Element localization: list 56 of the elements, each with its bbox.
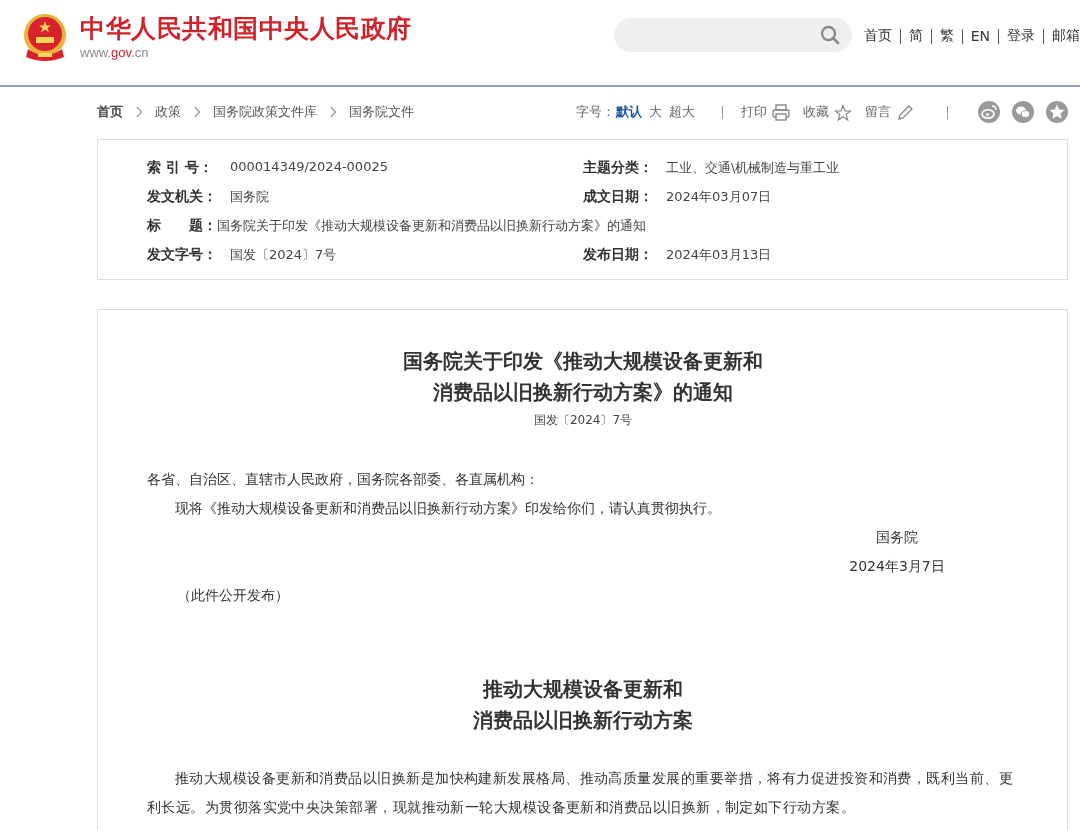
font-size-option[interactable]: 超大 — [669, 103, 695, 121]
printer-icon — [772, 103, 790, 121]
field-label: 标 题： — [147, 216, 217, 235]
field-value: 国务院 — [230, 187, 269, 206]
search-field[interactable] — [613, 18, 852, 52]
document-number: 国发〔2024〕7号 — [532, 412, 634, 429]
search-icon[interactable] — [819, 25, 840, 45]
field-value: 000014349/2024-00025 — [230, 158, 388, 176]
nav-link[interactable]: 首页 — [863, 27, 892, 45]
nav-link[interactable]: 登录 — [1007, 27, 1035, 45]
font-size-label: 字号： — [576, 103, 615, 121]
star-share-icon[interactable] — [1046, 101, 1068, 123]
document-title: 国务院关于印发《推动大规模设备更新和 — [402, 348, 764, 375]
breadcrumb-link[interactable]: 政策 — [155, 103, 181, 121]
field-label: 索 引 号： — [147, 158, 214, 177]
plan-title-line: 推动大规模设备更新和 — [481, 676, 684, 703]
star-icon — [834, 103, 852, 121]
nav-link[interactable]: EN — [970, 28, 990, 44]
action-link[interactable]: 打印 — [741, 103, 790, 121]
document-title: 消费品以旧换新行动方案》的通知 — [432, 379, 734, 406]
field-label: 发文机关： — [147, 187, 218, 206]
site-url: www.gov.cn — [80, 45, 150, 61]
wechat-icon[interactable] — [1012, 101, 1034, 123]
weibo-icon[interactable] — [978, 101, 1000, 123]
chevron-icon — [329, 106, 337, 118]
action-link[interactable]: 留言 — [865, 103, 914, 121]
font-size-option[interactable]: 大 — [649, 103, 662, 121]
nav-link[interactable]: 繁 — [939, 27, 954, 45]
body-paragraph: 推动大规模设备更新和消费品以旧换新是加快构建新发展格局、推动高质量发展的重要举措，将有力促进投资和消费，既利当前、更利长远。为贯彻落实党中央决策部署，现就推动新一轮大规模设备更新和消费品以旧换新，制定如下行动方案。 — [147, 769, 1015, 817]
field-value: 国发〔2024〕7号 — [230, 245, 337, 264]
field-value: 2024年03月07日 — [666, 187, 772, 206]
publication-note: （此件公开发布） — [177, 586, 290, 605]
chevron-icon — [193, 106, 201, 118]
action-link[interactable]: 收藏 — [803, 103, 852, 121]
field-label: 主题分类： — [583, 158, 654, 177]
font-size-option[interactable]: 默认 — [616, 103, 642, 121]
site-title: 中华人民共和国中央人民政府 — [80, 13, 412, 45]
body-paragraph: 现将《推动大规模设备更新和消费品以旧换新行动方案》印发给你们，请认真贯彻执行。 — [174, 499, 722, 518]
signature: 国务院 — [876, 528, 918, 547]
emblem-icon — [22, 13, 68, 63]
salutation-text: 各省、自治区、直辖市人民政府，国务院各部委、各直属机构： — [147, 470, 540, 489]
field-label: 发布日期： — [583, 245, 654, 264]
breadcrumb-link[interactable]: 国务院文件 — [349, 103, 414, 121]
field-value: 国务院关于印发《推动大规模设备更新和消费品以旧换新行动方案》的通知 — [217, 216, 646, 235]
nav-link[interactable]: 邮箱 — [1052, 27, 1080, 45]
plan-title-line: 消费品以旧换新行动方案 — [472, 707, 694, 734]
field-value: 工业、交通\机械制造与重工业 — [666, 158, 840, 177]
pencil-icon — [896, 103, 914, 121]
chevron-icon — [135, 106, 143, 118]
signature-date: 2024年3月7日 — [849, 557, 945, 576]
breadcrumb-link[interactable]: 首页 — [97, 103, 123, 121]
field-label: 发文字号： — [147, 245, 218, 264]
nav-link[interactable]: 简 — [908, 27, 923, 45]
field-label: 成文日期： — [583, 187, 654, 206]
breadcrumb-link[interactable]: 国务院政策文件库 — [213, 103, 317, 121]
field-value: 2024年03月13日 — [666, 245, 772, 264]
